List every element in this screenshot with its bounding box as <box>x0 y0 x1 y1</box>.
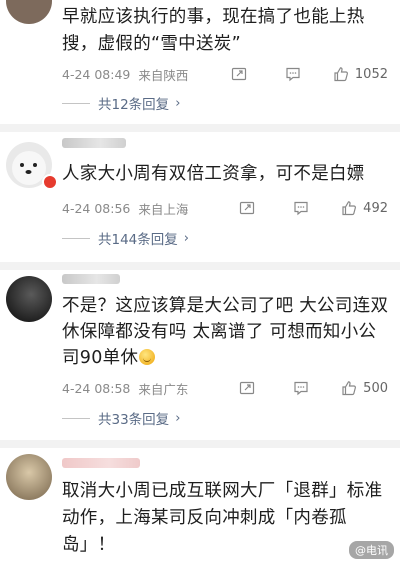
comment-icon[interactable] <box>293 380 309 396</box>
like-button[interactable]: 500 <box>341 380 388 396</box>
watermark: @电讯 <box>349 541 394 559</box>
like-button[interactable]: 492 <box>341 200 388 216</box>
comment-actions: 500 <box>219 380 388 396</box>
like-count: 492 <box>363 200 388 216</box>
username-blurred <box>62 458 140 468</box>
comment-2: 人家大小周有双倍工资拿，可不是白嫖 4-24 08:56 来自上海 492 共1… <box>0 132 400 260</box>
section-divider <box>0 262 400 270</box>
chevron-right-icon: › <box>175 410 181 426</box>
comment-meta: 4-24 08:49 来自陕西 1052 <box>62 63 388 85</box>
comment-text: 不是？这应该算是大公司了吧 大公司连双休保障都没有吗 太离谱了 可想而知小公司9… <box>62 293 390 371</box>
avatar[interactable] <box>6 276 52 322</box>
comment-text: 人家大小周有双倍工资拿，可不是白嫖 <box>62 164 365 184</box>
comment-icon[interactable] <box>285 66 301 82</box>
comment-actions: 1052 <box>211 66 388 82</box>
comment-3: 不是？这应该算是大公司了吧 大公司连双休保障都没有吗 太离谱了 可想而知小公司9… <box>0 270 400 436</box>
comment-time: 4-24 08:49 <box>62 66 131 82</box>
comment-text: 取消大小周已成互联网大厂「退群」标准动作，上海某司反向冲刺成「内卷孤岛」！ <box>62 481 383 555</box>
comment-time: 4-24 08:56 <box>62 200 131 216</box>
view-replies-link[interactable]: 共33条回复 › <box>62 406 388 430</box>
replies-count: 共144条回复 <box>98 232 178 248</box>
chevron-right-icon: › <box>175 95 181 111</box>
comment-icon[interactable] <box>293 200 309 216</box>
username-blurred <box>62 138 126 148</box>
divider <box>62 237 90 239</box>
comment-location: 来自陕西 <box>138 67 189 83</box>
share-icon[interactable] <box>239 380 255 396</box>
comment-meta: 4-24 08:56 来自上海 492 <box>62 197 388 219</box>
smile-emoji-icon <box>139 349 156 365</box>
chevron-right-icon: › <box>183 230 189 246</box>
share-icon[interactable] <box>239 200 255 216</box>
divider <box>62 102 90 104</box>
comment-text: 早就应该执行的事，现在搞了也能上热搜，虚假的“雪中送炭” <box>62 7 365 54</box>
comment-time: 4-24 08:58 <box>62 380 131 396</box>
comment-actions: 492 <box>219 200 388 216</box>
verified-badge <box>42 174 58 190</box>
comment-1: 早就应该执行的事，现在搞了也能上热搜，虚假的“雪中送炭” 4-24 08:49 … <box>0 0 400 120</box>
thumbs-up-icon <box>341 200 357 216</box>
section-divider <box>0 124 400 132</box>
comment-body: 不是？这应该算是大公司了吧 大公司连双休保障都没有吗 太离谱了 可想而知小公司9… <box>62 296 389 368</box>
comment-meta: 4-24 08:58 来自广东 500 <box>62 377 388 399</box>
username-blurred <box>62 274 120 284</box>
like-count: 500 <box>363 380 388 396</box>
replies-count: 共12条回复 <box>98 97 170 113</box>
avatar[interactable] <box>6 0 52 24</box>
replies-count: 共33条回复 <box>98 412 170 428</box>
view-replies-link[interactable]: 共12条回复 › <box>62 91 388 115</box>
share-icon[interactable] <box>231 66 247 82</box>
thumbs-up-icon <box>333 66 349 82</box>
view-replies-link[interactable]: 共144条回复 › <box>62 226 388 250</box>
comment-location: 来自广东 <box>138 381 189 397</box>
comment-location: 来自上海 <box>138 201 189 217</box>
section-divider <box>0 440 400 448</box>
thumbs-up-icon <box>341 380 357 396</box>
divider <box>62 417 90 419</box>
like-button[interactable]: 1052 <box>333 66 388 82</box>
like-count: 1052 <box>354 66 388 82</box>
comment-4: 取消大小周已成互联网大厂「退群」标准动作，上海某司反向冲刺成「内卷孤岛」！ @电… <box>0 448 400 565</box>
avatar[interactable] <box>6 454 52 500</box>
